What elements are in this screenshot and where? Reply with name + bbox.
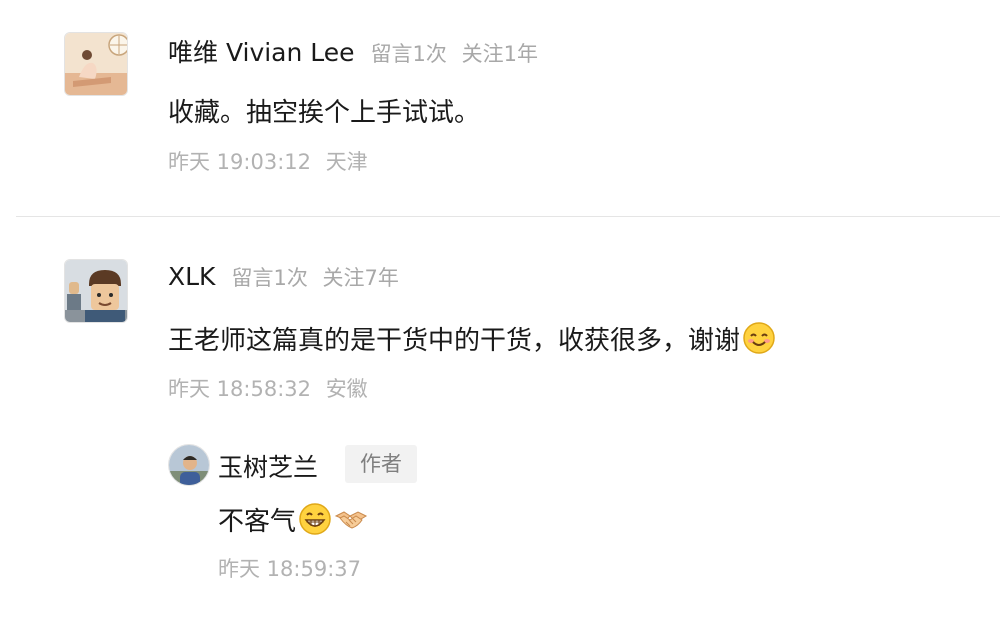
timestamp: 昨天 18:58:32 [168,377,311,401]
comment-divider [16,216,1000,217]
message-count: 留言1次 [370,42,447,66]
comment-text: 王老师这篇真的是干货中的干货，收获很多，谢谢 [168,325,741,356]
follow-duration: 关注7年 [322,266,399,290]
grinning-face-icon [299,503,331,535]
commenter-meta: 留言1次 关注1年 [371,38,538,68]
comment-header: 唯维 Vivian Lee 留言1次 关注1年 [168,33,538,69]
message-count: 留言1次 [231,266,308,290]
user-avatar[interactable] [64,32,128,96]
reply-text: 不客气 [218,506,297,537]
follow-duration: 关注1年 [461,42,538,66]
author-badge: 作者 [345,445,417,483]
reply-time: 昨天 18:59:37 [218,557,361,581]
commenter-name[interactable]: 唯维 Vivian Lee [168,33,355,69]
reply-content: 不客气 [218,499,368,539]
comment-time: 昨天 19:03:12 天津 [168,146,368,176]
location: 天津 [325,150,368,174]
comment-header: XLK 留言1次 关注7年 [168,262,399,292]
handshake-icon [334,511,368,529]
timestamp: 昨天 19:03:12 [168,150,311,174]
comment-content: 王老师这篇真的是干货中的干货，收获很多，谢谢 [168,318,776,358]
lego-figure-avatar-icon [65,260,127,322]
person-photo-avatar-icon [65,33,127,95]
location: 安徽 [325,377,368,401]
author-avatar[interactable] [168,444,210,486]
user-avatar[interactable] [64,259,128,323]
commenter-meta: 留言1次 关注7年 [231,262,398,292]
comment-text: 收藏。抽空挨个上手试试。 [168,97,481,128]
comment-time: 昨天 18:58:32 安徽 [168,373,368,403]
author-name[interactable]: 玉树芝兰 [218,448,318,484]
person-photo-avatar-icon [169,445,209,485]
commenter-name[interactable]: XLK [168,262,215,291]
smiling-face-icon [743,322,775,354]
comment-content: 收藏。抽空挨个上手试试。 [168,90,480,130]
